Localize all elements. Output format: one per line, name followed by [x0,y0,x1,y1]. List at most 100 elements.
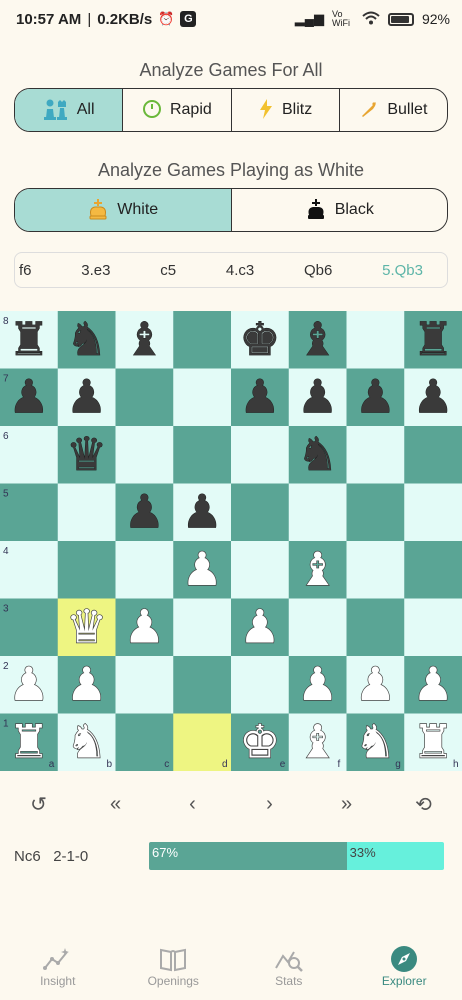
square-h4[interactable] [404,541,462,599]
square-c7[interactable] [115,368,174,427]
square-e5[interactable] [231,483,290,542]
color-filter-white[interactable]: White [15,189,232,231]
move-item-current[interactable]: 5.Qb3 [382,262,423,279]
square-h5[interactable] [404,483,462,542]
black-bishop-icon[interactable]: ♝ [123,311,165,366]
black-pawn-icon[interactable]: ♟ [123,484,165,539]
white-knight-icon[interactable]: ♞ [65,714,108,769]
tab-insight-label: Insight [40,974,76,988]
square-f5[interactable] [288,483,347,542]
tab-openings[interactable]: Openings [128,944,218,988]
first-move-icon[interactable]: « [96,793,136,816]
black-pawn-icon[interactable]: ♟ [181,484,223,539]
white-rook-icon[interactable]: ♜ [8,714,51,769]
square-a6[interactable] [0,426,59,484]
square-a3[interactable] [0,598,59,657]
book-icon [158,944,188,974]
white-rook-icon[interactable]: ♜ [412,714,455,769]
square-c2[interactable] [115,656,174,714]
white-pawn-icon[interactable]: ♟ [354,656,397,711]
move-item[interactable]: f6 [19,262,32,279]
tab-insight[interactable]: Insight [13,944,103,988]
black-knight-icon[interactable]: ♞ [66,311,108,366]
white-pawn-icon[interactable]: ♟ [412,656,455,711]
white-bishop-icon[interactable]: ♝ [296,541,339,596]
black-pawn-icon[interactable]: ♟ [239,369,281,424]
square-b4[interactable] [57,541,116,599]
win-loss-bar: 67% 33% [149,842,444,870]
next-move-icon[interactable]: › [250,793,290,816]
square-d2[interactable] [173,656,232,714]
color-filter-title: Analyze Games Playing as White [97,160,365,180]
move-item[interactable]: 3.e3 [81,262,110,279]
white-pawn-icon[interactable]: ♟ [239,599,282,654]
square-a4[interactable] [0,541,59,599]
black-pawn-icon[interactable]: ♟ [412,369,454,424]
square-e4[interactable] [231,541,290,599]
move-item[interactable]: Qb6 [304,262,332,279]
time-filter-rapid[interactable]: Rapid [123,89,232,131]
square-h6[interactable] [404,426,462,484]
color-filter-black[interactable]: Black [232,189,448,231]
white-pawn-icon[interactable]: ♟ [296,656,339,711]
square-g5[interactable] [346,483,405,542]
black-rook-icon[interactable]: ♜ [8,311,50,366]
reset-icon[interactable]: ↺ [19,792,59,817]
tab-explorer-label: Explorer [381,974,427,988]
white-pawn-icon[interactable]: ♟ [8,656,51,711]
square-d7[interactable] [173,368,232,427]
time-filter-all[interactable]: All [15,89,124,131]
square-c4[interactable] [115,541,174,599]
black-knight-icon[interactable]: ♞ [297,426,339,481]
black-bishop-icon[interactable]: ♝ [297,311,339,366]
square-d6[interactable] [173,426,232,484]
white-pawn-icon[interactable]: ♟ [123,599,166,654]
square-c6[interactable] [115,426,174,484]
square-e6[interactable] [231,426,290,484]
lightning-icon [258,98,274,123]
square-d8[interactable] [173,311,232,369]
move-item[interactable]: c5 [160,262,176,279]
black-king-icon[interactable]: ♚ [239,311,281,366]
square-a5[interactable] [0,483,59,542]
white-king-icon[interactable]: ♚ [239,714,282,769]
flip-board-icon[interactable]: ⟲ [404,792,444,817]
square-f3[interactable] [288,598,347,657]
black-rook-icon[interactable]: ♜ [412,311,454,366]
white-pawn-icon[interactable]: ♟ [65,656,108,711]
time-filter-rapid-label: Rapid [169,101,212,118]
time-filter-all-label: All [76,101,95,118]
loss-segment: 33% [346,842,444,870]
time-filter-blitz[interactable]: Blitz [232,89,340,131]
chess-board-svg[interactable]: 87654321a b c d e f g h♜ ♞ ♝ ♚ ♝ ♜♟ ♟ ♟ ♟ ♟ ♟♛ ♞♟ ♟♟ ♝♛ ♟ ♟♟ ♟ ♟… [0,311,462,771]
white-queen-icon[interactable]: ♛ [65,599,108,654]
black-pawn-icon[interactable]: ♟ [297,369,339,424]
time-filter-bullet[interactable]: Bullet [340,89,447,131]
white-bishop-icon[interactable]: ♝ [296,714,339,769]
square-d3[interactable] [173,598,232,657]
square-e2[interactable] [231,656,290,714]
insight-icon [42,944,73,974]
tab-explorer[interactable]: Explorer [359,944,449,988]
black-pawn-icon[interactable]: ♟ [354,369,396,424]
square-h3[interactable] [404,598,462,657]
black-pawn-icon[interactable]: ♟ [8,369,50,424]
square-g3[interactable] [346,598,405,657]
prev-move-icon[interactable]: ‹ [173,793,213,816]
black-queen-icon[interactable]: ♛ [66,426,108,481]
black-pawn-icon[interactable]: ♟ [66,369,108,424]
stat-record: 2-1-0 [53,847,89,865]
square-g8[interactable] [346,311,405,369]
white-pawn-icon[interactable]: ♟ [181,541,224,596]
move-stat-label: Nc6 2-1-0 [14,848,149,865]
tab-stats[interactable]: Stats [244,944,334,988]
chess-board[interactable]: 8 7 6 5 4 3 2 1 a b c d e f g h ♜ ♞ ♝ ♚ ♝ ♜ ♟ ♟ ♟ ♟ ♟ ♟ ♛ ♞ ♟ ♟ ♟ ♝ ♛ ♟ ♟ ♟ ♟ ♟… [0,311,462,771]
move-item[interactable]: 4.c3 [226,262,254,279]
square-g4[interactable] [346,541,405,599]
square-b5[interactable] [57,483,116,542]
white-knight-icon[interactable]: ♞ [354,714,397,769]
color-filter-white-label: White [117,201,159,218]
move-stat-row[interactable]: Nc6 2-1-0 67% 33% [14,842,444,870]
last-move-icon[interactable]: » [327,793,367,816]
square-g6[interactable] [346,426,405,484]
